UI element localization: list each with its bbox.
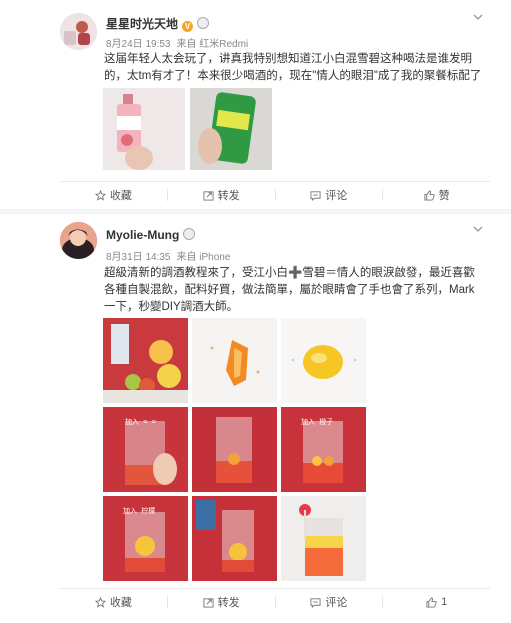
like-count: 1 [441, 596, 448, 608]
image-overlay-text: 加入 橙子 [301, 418, 334, 426]
post-text: 这届年轻人太会玩了，讲真我特别想知道江小白混雪碧这种喝法是谁发明的，太tm有才了… [104, 53, 482, 82]
repost-icon [203, 597, 214, 608]
thumbs-up-icon [426, 596, 437, 608]
post-time[interactable]: 8月31日 14:35 [106, 252, 171, 263]
image-overlay-text: 加入 = = [125, 418, 156, 426]
repost-button[interactable]: 转发 [168, 589, 275, 615]
post-image[interactable] [192, 407, 277, 492]
author-avatar[interactable] [60, 222, 97, 259]
star-icon [94, 189, 106, 201]
post-action-bar: 收藏 转发 评论 赞 [60, 181, 490, 208]
image-overlay-text: 加入 柠檬 [123, 507, 156, 515]
star-icon [94, 596, 106, 608]
chevron-down-icon[interactable] [473, 12, 483, 22]
post-source: 来自 iPhone [176, 252, 231, 263]
post-meta: 8月24日 19:53 来自 红米Redmi [106, 35, 248, 50]
level-badge-icon [197, 17, 210, 29]
post-image[interactable] [192, 496, 277, 581]
comment-button[interactable]: 评论 [276, 182, 383, 208]
repost-icon [203, 190, 214, 201]
post-meta: 8月31日 14:35 来自 iPhone [106, 248, 230, 263]
post-image[interactable] [103, 88, 185, 170]
author-name[interactable]: Myolie-Mung [106, 228, 196, 242]
verified-badge-icon: V [182, 21, 194, 32]
feed-post-2: Myolie-Mung 8月31日 14:35 来自 iPhone 超級清新的調酒… [0, 214, 511, 623]
feed-post-1: 星星时光天地 V 8月24日 19:53 来自 红米Redmi 这届年轻人太会玩了，… [0, 0, 511, 211]
post-image[interactable]: 加入 柠檬 [103, 496, 188, 581]
post-image[interactable] [103, 318, 188, 403]
chevron-down-icon[interactable] [473, 224, 483, 234]
post-image[interactable] [281, 496, 366, 581]
comment-icon [310, 597, 321, 608]
post-image[interactable] [190, 88, 272, 170]
post-image[interactable] [192, 318, 277, 403]
like-button[interactable]: 1 [383, 589, 490, 615]
author-name[interactable]: 星星时光天地 V [106, 15, 210, 32]
post-image[interactable] [281, 318, 366, 403]
favorite-button[interactable]: 收藏 [60, 182, 167, 208]
like-button[interactable]: 赞 [383, 182, 490, 208]
post-source: 来自 红米Redmi [176, 39, 249, 50]
post-image[interactable]: 加入 橙子 [281, 407, 366, 492]
thumbs-up-icon [424, 189, 435, 201]
post-image[interactable]: 加入 = = [103, 407, 188, 492]
post-time[interactable]: 8月24日 19:53 [106, 39, 171, 50]
favorite-button[interactable]: 收藏 [60, 589, 167, 615]
post-text: 超級清新的調酒教程來了，受江小白➕雪碧＝情人的眼淚啟發，最近喜歡各種自製混飲，配… [104, 267, 475, 313]
repost-button[interactable]: 转发 [168, 182, 275, 208]
comment-button[interactable]: 评论 [276, 589, 383, 615]
author-avatar[interactable] [60, 13, 97, 50]
level-badge-icon [183, 228, 196, 240]
post-action-bar: 收藏 转发 评论 1 [60, 588, 490, 615]
comment-icon [310, 190, 321, 201]
